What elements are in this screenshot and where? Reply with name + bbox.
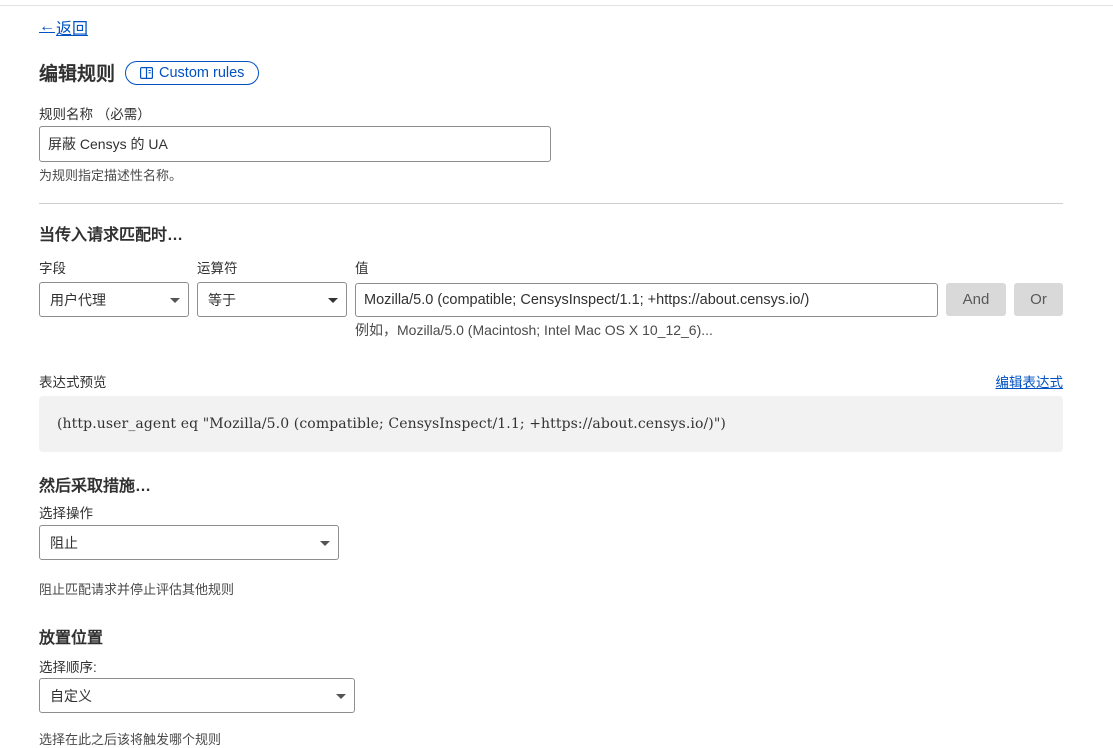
page-title: 编辑规则 <box>39 64 116 85</box>
rule-name-help: 为规则指定描述性名称。 <box>39 168 183 183</box>
action-help: 阻止匹配请求并停止评估其他规则 <box>39 582 235 597</box>
chevron-down-icon <box>328 297 338 303</box>
expression-preview-label: 表达式预览 <box>39 375 107 390</box>
operator-select[interactable]: 等于 <box>197 282 347 317</box>
back-link[interactable]: ← 返回 <box>39 15 88 39</box>
order-help: 选择在此之后该将触发哪个规则 <box>39 732 222 747</box>
value-hint: 例如，Mozilla/5.0 (Macintosh; Intel Mac OS … <box>355 322 713 338</box>
field-select[interactable]: 用户代理 <box>39 282 189 317</box>
field-select-value: 用户代理 <box>50 291 106 308</box>
book-icon <box>140 66 154 79</box>
section-divider <box>39 203 1063 204</box>
rule-name-input[interactable] <box>39 126 551 162</box>
order-select-value: 自定义 <box>50 687 92 704</box>
order-select-label: 选择顺序: <box>39 660 97 675</box>
custom-rules-docs-label: Custom rules <box>159 64 245 81</box>
value-input[interactable] <box>355 283 938 317</box>
action-select-value: 阻止 <box>50 534 78 551</box>
order-select[interactable]: 自定义 <box>39 678 355 713</box>
and-button[interactable]: And <box>946 283 1006 316</box>
operator-select-value: 等于 <box>208 291 236 308</box>
custom-rules-docs-button[interactable]: Custom rules <box>125 60 260 85</box>
rule-editor-page: ← 返回 编辑规则 Custom rules 规则名称 （必需） 为规则指定描述… <box>0 0 1113 747</box>
placement-section-title: 放置位置 <box>39 630 104 647</box>
operator-label: 运算符 <box>197 261 238 276</box>
top-divider <box>0 5 1113 6</box>
title-row: 编辑规则 Custom rules <box>39 59 260 86</box>
or-button-label: Or <box>1030 291 1047 308</box>
chevron-down-icon <box>320 540 330 546</box>
expression-preview-box: (http.user_agent eq "Mozilla/5.0 (compat… <box>39 396 1063 452</box>
match-section-title: 当传入请求匹配时… <box>39 227 184 244</box>
edit-expression-link[interactable]: 编辑表达式 <box>996 371 1064 391</box>
field-label: 字段 <box>39 261 66 276</box>
back-arrow-icon: ← <box>39 18 55 35</box>
chevron-down-icon <box>336 693 346 699</box>
back-link-label: 返回 <box>56 21 89 38</box>
expression-preview-text: (http.user_agent eq "Mozilla/5.0 (compat… <box>57 416 726 432</box>
chevron-down-icon <box>170 297 180 303</box>
rule-name-label: 规则名称 （必需） <box>39 107 151 122</box>
action-select-label: 选择操作 <box>39 506 93 521</box>
and-button-label: And <box>962 291 990 308</box>
action-section-title: 然后采取措施… <box>39 478 152 495</box>
action-select[interactable]: 阻止 <box>39 525 339 560</box>
or-button[interactable]: Or <box>1014 283 1063 316</box>
value-label: 值 <box>355 261 369 276</box>
